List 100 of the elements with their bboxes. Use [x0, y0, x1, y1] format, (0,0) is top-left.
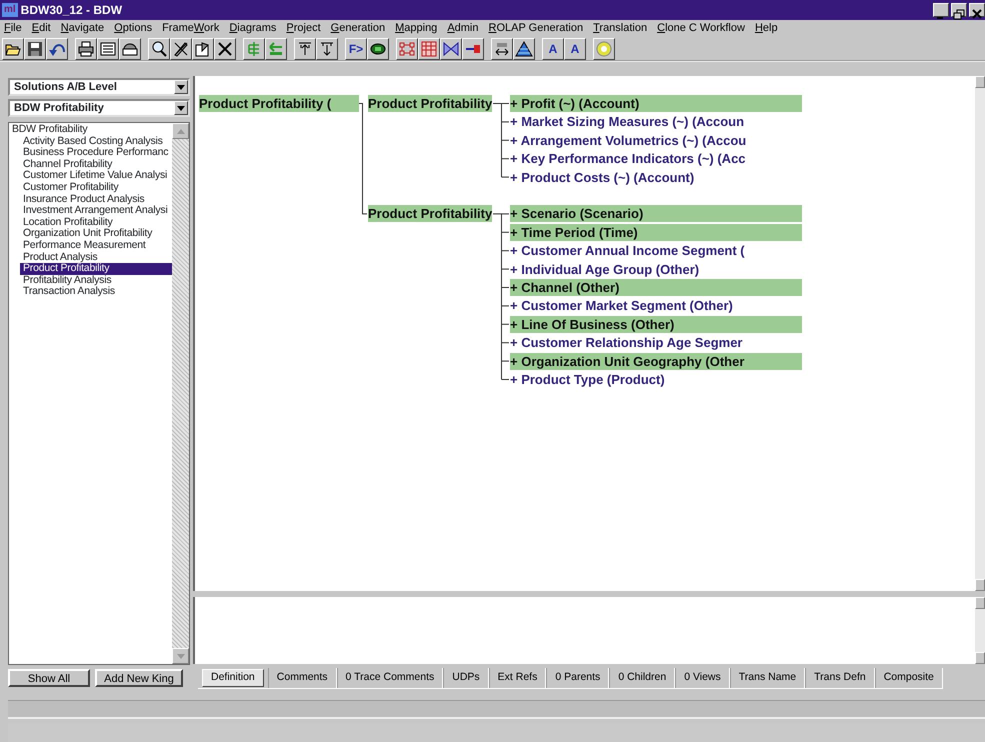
- menu-item[interactable]: Project: [286, 20, 321, 36]
- tab[interactable]: 0 Views: [675, 668, 730, 688]
- toolbar-button[interactable]: [243, 38, 265, 60]
- diagram-node[interactable]: + Key Performance Indicators (~) (Acc: [510, 150, 802, 168]
- toolbar-button[interactable]: [316, 38, 338, 60]
- toolbar-button[interactable]: [265, 38, 287, 60]
- tree-item[interactable]: BDW Profitability: [9, 124, 172, 136]
- tree-item[interactable]: Customer Profitability: [20, 182, 172, 194]
- tab[interactable]: Composite: [874, 668, 943, 688]
- menu-item[interactable]: Translation: [593, 20, 648, 36]
- scroll-up-button[interactable]: [975, 76, 985, 88]
- toolbar-button[interactable]: [24, 38, 46, 60]
- toolbar-button[interactable]: [396, 38, 418, 60]
- tree-item[interactable]: Activity Based Costing Analysis: [20, 136, 172, 148]
- tree-item[interactable]: Transaction Analysis: [20, 286, 172, 298]
- tree-item[interactable]: Product Analysis: [20, 252, 172, 264]
- toolbar-button[interactable]: [491, 38, 513, 60]
- action-button[interactable]: Show All: [8, 669, 90, 687]
- diagram-node[interactable]: + Time Period (Time): [510, 224, 802, 241]
- toolbar-button[interactable]: [462, 38, 484, 60]
- menu-item[interactable]: Admin: [447, 20, 478, 36]
- menu-item[interactable]: Generation: [330, 20, 386, 36]
- diagram-node[interactable]: + Organization Unit Geography (Other: [510, 352, 802, 370]
- tab[interactable]: Definition: [202, 669, 264, 687]
- tab[interactable]: Trans Defn: [805, 668, 875, 688]
- tab[interactable]: Ext Refs: [488, 668, 546, 688]
- toolbar-button[interactable]: [593, 38, 615, 60]
- menu-item[interactable]: ROLAP Generation: [488, 20, 584, 36]
- tab[interactable]: 0 Parents: [546, 668, 610, 688]
- tab[interactable]: 0 Children: [609, 668, 676, 688]
- tab[interactable]: UDPs: [443, 668, 489, 688]
- toolbar-button[interactable]: [513, 38, 535, 60]
- menu-item[interactable]: Clone C Workflow: [657, 20, 745, 36]
- scroll-down-button[interactable]: [975, 579, 985, 591]
- toolbar-button[interactable]: [2, 38, 24, 60]
- tree-item[interactable]: Channel Profitability: [20, 158, 172, 170]
- toolbar-button[interactable]: [418, 38, 440, 60]
- diagram-node[interactable]: Product Profitability (: [199, 95, 359, 112]
- diagram-node[interactable]: + Individual Age Group (Other): [510, 260, 802, 278]
- menu-item[interactable]: Mapping: [395, 20, 438, 36]
- scroll-up-button[interactable]: [975, 597, 985, 609]
- diagram-node[interactable]: Product Profitability: [368, 205, 492, 222]
- tree-item[interactable]: Investment Arrangement Analysi: [20, 205, 172, 217]
- tree-item[interactable]: Location Profitability: [20, 216, 172, 228]
- diagram-node[interactable]: + Arrangement Volumetrics (~) (Accou: [510, 132, 802, 149]
- menu-item[interactable]: Help: [754, 20, 778, 36]
- diagram-node[interactable]: + Product Costs (~) (Account): [510, 168, 802, 186]
- toolbar-button[interactable]: [148, 38, 170, 60]
- toolbar-button[interactable]: [46, 38, 68, 60]
- tree-item[interactable]: Business Procedure Performanc: [20, 147, 172, 159]
- toolbar-button[interactable]: [214, 38, 236, 60]
- menu-item[interactable]: Edit: [32, 20, 51, 36]
- diagram-node[interactable]: + Scenario (Scenario): [510, 205, 802, 222]
- tree-item[interactable]: Profitability Analysis: [20, 274, 172, 286]
- menu-item[interactable]: FrameWork: [162, 20, 220, 36]
- tree-item[interactable]: Product Profitability: [20, 263, 172, 275]
- tab[interactable]: Comments: [268, 668, 337, 688]
- scroll-down-button[interactable]: [172, 648, 189, 664]
- toolbar-button[interactable]: [119, 38, 141, 60]
- menu-item[interactable]: Navigate: [60, 20, 104, 36]
- toolbar-button[interactable]: [367, 38, 389, 60]
- tab[interactable]: 0 Trace Comments: [336, 668, 444, 688]
- menu-item[interactable]: Options: [114, 20, 152, 36]
- dropdown[interactable]: BDW Profitability: [8, 99, 190, 117]
- close-button[interactable]: [969, 3, 985, 17]
- diagram-node[interactable]: + Customer Market Segment (Other): [510, 297, 802, 314]
- tab[interactable]: Trans Name: [730, 668, 806, 688]
- diagram-node[interactable]: + Product Type (Product): [510, 371, 802, 388]
- diagram-node[interactable]: + Market Sizing Measures (~) (Accoun: [510, 113, 802, 130]
- diagram-node[interactable]: + Line Of Business (Other): [510, 316, 802, 333]
- restore-button[interactable]: [951, 3, 967, 17]
- diagram-node[interactable]: Product Profitability: [368, 95, 492, 112]
- toolbar-button[interactable]: A: [542, 38, 564, 60]
- pyramid-icon: [515, 40, 533, 58]
- align-bottom-icon: [318, 40, 336, 58]
- toolbar-button[interactable]: [97, 38, 119, 60]
- menu-item[interactable]: File: [4, 20, 22, 36]
- diagram-node[interactable]: + Customer Annual Income Segment (: [510, 242, 802, 260]
- diagram-node[interactable]: + Customer Relationship Age Segmer: [510, 334, 802, 352]
- action-button[interactable]: Add New King: [95, 669, 183, 687]
- tree-item[interactable]: Insurance Product Analysis: [20, 194, 172, 206]
- diagram-node[interactable]: + Channel (Other): [510, 279, 802, 296]
- scroll-up-button[interactable]: [172, 123, 189, 139]
- tree-item[interactable]: Customer Lifetime Value Analysi: [20, 170, 172, 182]
- dropdown[interactable]: Solutions A/B Level: [8, 78, 190, 96]
- toolbar-button[interactable]: [192, 38, 214, 60]
- scroll-down-button[interactable]: [975, 652, 985, 664]
- toolbar-button[interactable]: [294, 38, 316, 60]
- minimize-button[interactable]: [933, 3, 949, 17]
- properties-icon: [194, 40, 212, 58]
- toolbar-button[interactable]: [170, 38, 192, 60]
- toolbar-button[interactable]: [440, 38, 462, 60]
- diagram-node[interactable]: + Profit (~) (Account): [510, 95, 802, 112]
- toolbar-button[interactable]: A: [564, 38, 586, 60]
- menu-item[interactable]: Diagrams: [229, 20, 276, 36]
- toolbar-button[interactable]: [75, 38, 97, 60]
- tree-item[interactable]: Organization Unit Profitability: [20, 228, 172, 240]
- toolbar-button[interactable]: F>: [345, 38, 367, 60]
- network-icon: [398, 40, 416, 58]
- tree-item[interactable]: Performance Measurement: [20, 240, 172, 252]
